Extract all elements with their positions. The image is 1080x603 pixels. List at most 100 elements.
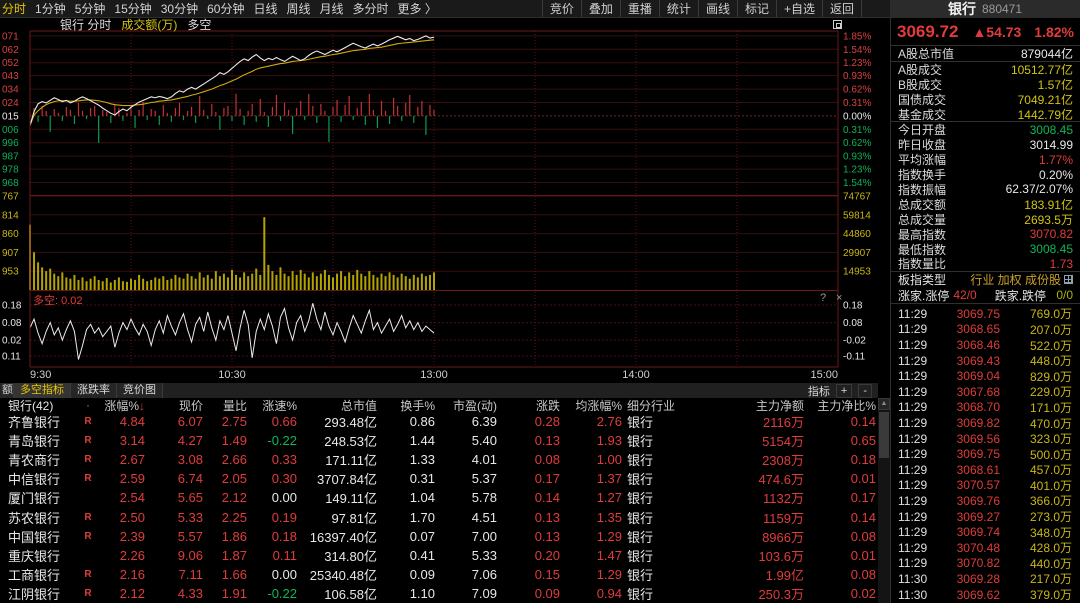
zoom-out-button[interactable]: - (858, 384, 872, 398)
help-icon[interactable]: ? (820, 292, 826, 304)
tick-price: 3067.68 (946, 385, 1000, 399)
column-header-flag[interactable]: · (78, 398, 98, 412)
stat-value: 1442.79亿 (1018, 106, 1073, 123)
cell: 2.16 (98, 567, 145, 582)
cell: 1.27 (560, 490, 622, 505)
column-header-pe[interactable]: 市盈(动) (435, 397, 497, 414)
column-header-main-net[interactable]: 主力净额 (720, 397, 804, 414)
r-badge: R (78, 435, 98, 446)
cell: 银行 (622, 527, 720, 546)
column-header-market-cap[interactable]: 总市值 (297, 397, 377, 414)
stat-list: A股总市值879044亿A股成交10512.77亿B股成交1.57亿国债成交70… (891, 46, 1080, 272)
cell: 1.37 (560, 471, 622, 486)
column-header-change-pct[interactable]: 涨幅%↓ (98, 397, 145, 414)
tick-time: 11:29 (898, 307, 946, 321)
cell: 0.09 (497, 586, 560, 601)
cell: 1.29 (560, 567, 622, 582)
table-row-青岛银行[interactable]: 青岛银行R3.144.271.49-0.22248.53亿1.445.400.1… (0, 431, 878, 450)
table-row-中信银行[interactable]: 中信银行R2.596.742.050.303707.84亿0.315.370.1… (0, 469, 878, 488)
tick-volume: 448.0万 (1000, 352, 1072, 369)
column-header-volume-ratio[interactable]: 量比 (203, 397, 247, 414)
board-type-values[interactable]: 行业 加权 成份股 (970, 271, 1061, 288)
zoom-in-button[interactable]: + (836, 384, 852, 398)
intraday-chart[interactable]: 0710620520430340240150069969879789681.85… (0, 0, 890, 368)
table-scrollbar[interactable]: ▲ (878, 398, 890, 603)
cell: 1.35 (560, 510, 622, 525)
cell: 474.6万 (720, 469, 804, 488)
cell: 1.93 (560, 433, 622, 448)
cell: 171.11亿 (297, 450, 377, 469)
r-badge: R (78, 416, 98, 427)
stat-label: 指数量比 (898, 255, 946, 272)
tick-time: 11:29 (898, 338, 946, 352)
tick-row: 11:293069.82470.0万 (891, 415, 1080, 431)
cell: 1159万 (720, 508, 804, 527)
cell: 8966万 (720, 527, 804, 546)
cell: 0.31 (377, 471, 435, 486)
cell: 0.18 (804, 452, 876, 467)
cell: 7.00 (435, 529, 497, 544)
table-row-齐鲁银行[interactable]: 齐鲁银行R4.846.072.750.66293.48亿0.866.390.28… (0, 412, 878, 431)
cell: 银行 (622, 412, 720, 431)
close-icon[interactable]: × (836, 292, 842, 304)
tick-list[interactable]: 11:293069.75769.0万11:293068.65207.0万11:2… (891, 305, 1080, 601)
cell: 0.30 (247, 471, 297, 486)
tick-row: 11:293068.70171.0万 (891, 399, 1080, 415)
table-row-重庆银行[interactable]: 重庆银行2.269.061.870.11314.80亿0.415.330.201… (0, 546, 878, 565)
table-header-row: 银行(42) · 涨幅%↓ 现价 量比 涨速% 总市值 换手% 市盈(动) 涨跌… (0, 398, 878, 412)
tick-volume: 379.0万 (1000, 586, 1072, 603)
tick-price: 3068.61 (946, 463, 1000, 477)
scroll-up-icon[interactable]: ▲ (878, 398, 890, 410)
tick-row: 11:293070.57401.0万 (891, 477, 1080, 493)
svg-text:953: 953 (2, 267, 19, 278)
column-header-change[interactable]: 涨跌 (497, 397, 560, 414)
column-header-main-net-pct[interactable]: 主力净比% (804, 397, 876, 414)
grid-icon[interactable] (1064, 275, 1073, 284)
stock-name: 苏农银行 (0, 508, 78, 527)
expand-icon[interactable] (833, 20, 842, 29)
cell: 6.74 (145, 471, 203, 486)
column-header-avg-change[interactable]: 均涨幅% (560, 397, 622, 414)
svg-text:-0.02: -0.02 (843, 336, 866, 347)
cell: 1.47 (560, 548, 622, 563)
cell: 2.67 (98, 452, 145, 467)
tick-price: 3069.28 (946, 572, 1000, 586)
cell: 0.17 (497, 471, 560, 486)
tick-price: 3069.43 (946, 354, 1000, 368)
tick-row: 11:293069.04829.0万 (891, 368, 1080, 384)
table-row-青农商行[interactable]: 青农商行R2.673.082.660.33171.11亿1.334.010.08… (0, 450, 878, 469)
svg-text:0.31%: 0.31% (843, 98, 871, 109)
cell: 0.01 (804, 548, 876, 563)
table-row-工商银行[interactable]: 工商银行R2.167.111.660.0025340.48亿0.097.060.… (0, 565, 878, 584)
tick-row: 11:293069.75500.0万 (891, 446, 1080, 462)
legend-volume-label[interactable]: 成交额(万) (121, 16, 177, 33)
cell: 7.09 (435, 586, 497, 601)
tick-volume: 829.0万 (1000, 368, 1072, 385)
cell: 5.57 (145, 529, 203, 544)
quote-panel: 3069.72 ▲54.73 1.82% A股总市值879044亿A股成交105… (890, 18, 1080, 603)
legend-indicator-label[interactable]: 多空 (187, 16, 211, 33)
tick-time: 11:29 (898, 494, 946, 508)
scrollbar-thumb[interactable] (879, 412, 889, 458)
column-header-price[interactable]: 现价 (145, 397, 203, 414)
tick-row: 11:293068.61457.0万 (891, 461, 1080, 477)
svg-text:1.23%: 1.23% (843, 58, 871, 69)
tick-time: 11:29 (898, 525, 946, 539)
tick-row: 11:293069.74348.0万 (891, 524, 1080, 540)
stat-value: 2693.5万 (1024, 211, 1073, 228)
column-header-speed[interactable]: 涨速% (247, 397, 297, 414)
column-header-turnover[interactable]: 换手% (377, 397, 435, 414)
table-row-中国银行[interactable]: 中国银行R2.395.571.860.1816397.40亿0.077.000.… (0, 527, 878, 546)
cell: 1.00 (560, 452, 622, 467)
cell: 3707.84亿 (297, 469, 377, 488)
tick-price: 3068.46 (946, 338, 1000, 352)
table-row-苏农银行[interactable]: 苏农银行R2.505.332.250.1997.81亿1.704.510.131… (0, 507, 878, 526)
cell: 2.39 (98, 529, 145, 544)
tick-volume: 769.0万 (1000, 305, 1072, 322)
tick-row: 11:293067.68229.0万 (891, 383, 1080, 399)
column-header-industry[interactable]: 细分行业 (622, 397, 720, 414)
column-header-name[interactable]: 银行(42) (0, 397, 78, 414)
table-row-江阴银行[interactable]: 江阴银行R2.124.331.91-0.22106.58亿1.107.090.0… (0, 584, 878, 603)
table-row-厦门银行[interactable]: 厦门银行2.545.652.120.00149.11亿1.045.780.141… (0, 488, 878, 507)
cell: 1.91 (203, 586, 247, 601)
